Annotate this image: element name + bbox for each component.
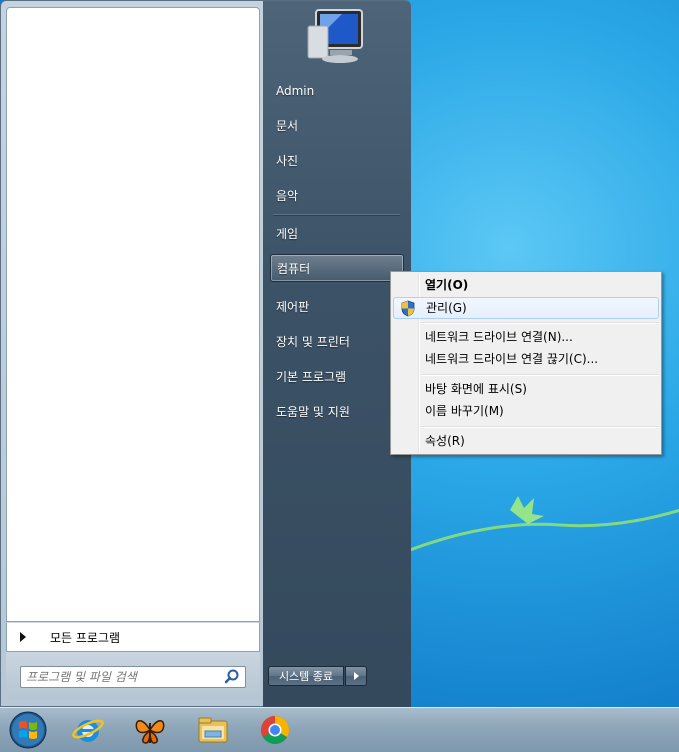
taskbar-chrome[interactable] [249,710,301,750]
shutdown-button[interactable]: 시스템 종료 [268,666,344,686]
start-item-computer[interactable]: 컴퓨터 [270,254,404,282]
menu-separator [421,322,659,324]
arrow-right-icon [353,672,359,680]
file-explorer-icon [198,717,228,743]
taskbar-butterfly-app[interactable] [124,710,176,750]
search-input[interactable] [21,669,223,685]
menu-separator [421,426,659,428]
start-item-admin[interactable]: Admin [270,77,404,105]
menu-item-disconnect-network-drive[interactable]: 네트워크 드라이브 연결 끊기(C)... [393,348,659,370]
menu-item-manage-label: 관리(G) [426,301,467,315]
context-menu: 열기(O) 관리(G) 네트워크 드라이브 연결(N)... 네트워크 드라이브… [390,271,662,455]
start-item-music[interactable]: 음악 [270,182,404,210]
menu-item-show-on-desktop[interactable]: 바탕 화면에 표시(S) [393,378,659,400]
start-item-pictures[interactable]: 사진 [270,147,404,175]
search-area [6,652,260,700]
all-programs-label: 모든 프로그램 [50,630,121,645]
taskbar [0,707,679,752]
search-icon[interactable] [223,668,241,686]
taskbar-file-explorer[interactable] [187,710,239,750]
taskbar-internet-explorer[interactable] [62,710,114,750]
chrome-icon [261,716,289,744]
menu-item-open[interactable]: 열기(O) [393,274,659,296]
menu-item-rename[interactable]: 이름 바꾸기(M) [393,400,659,422]
start-orb-icon [9,711,47,749]
menu-item-manage[interactable]: 관리(G) [393,297,659,319]
menu-item-properties[interactable]: 속성(R) [393,430,659,452]
shutdown-options-button[interactable] [345,666,367,686]
user-picture-icon[interactable] [302,6,366,66]
menu-separator [421,374,659,376]
start-button[interactable] [2,710,54,750]
start-item-devices-printers[interactable]: 장치 및 프린터 [270,328,404,356]
uac-shield-icon [401,300,415,317]
start-item-documents[interactable]: 문서 [270,112,404,140]
all-programs-button[interactable]: 모든 프로그램 [6,622,260,652]
search-box[interactable] [20,666,246,688]
start-item-default-programs[interactable]: 기본 프로그램 [270,363,404,391]
arrow-right-icon [20,632,26,642]
internet-explorer-icon [72,719,104,742]
separator [273,214,400,216]
start-item-control-panel[interactable]: 제어판 [270,293,404,321]
start-item-games[interactable]: 게임 [270,220,404,248]
start-menu-program-list[interactable] [6,7,260,622]
menu-item-map-network-drive[interactable]: 네트워크 드라이브 연결(N)... [393,326,659,348]
butterfly-app-icon [135,720,165,744]
wallpaper-swoosh [410,496,679,552]
start-item-help-support[interactable]: 도움말 및 지원 [270,398,404,426]
